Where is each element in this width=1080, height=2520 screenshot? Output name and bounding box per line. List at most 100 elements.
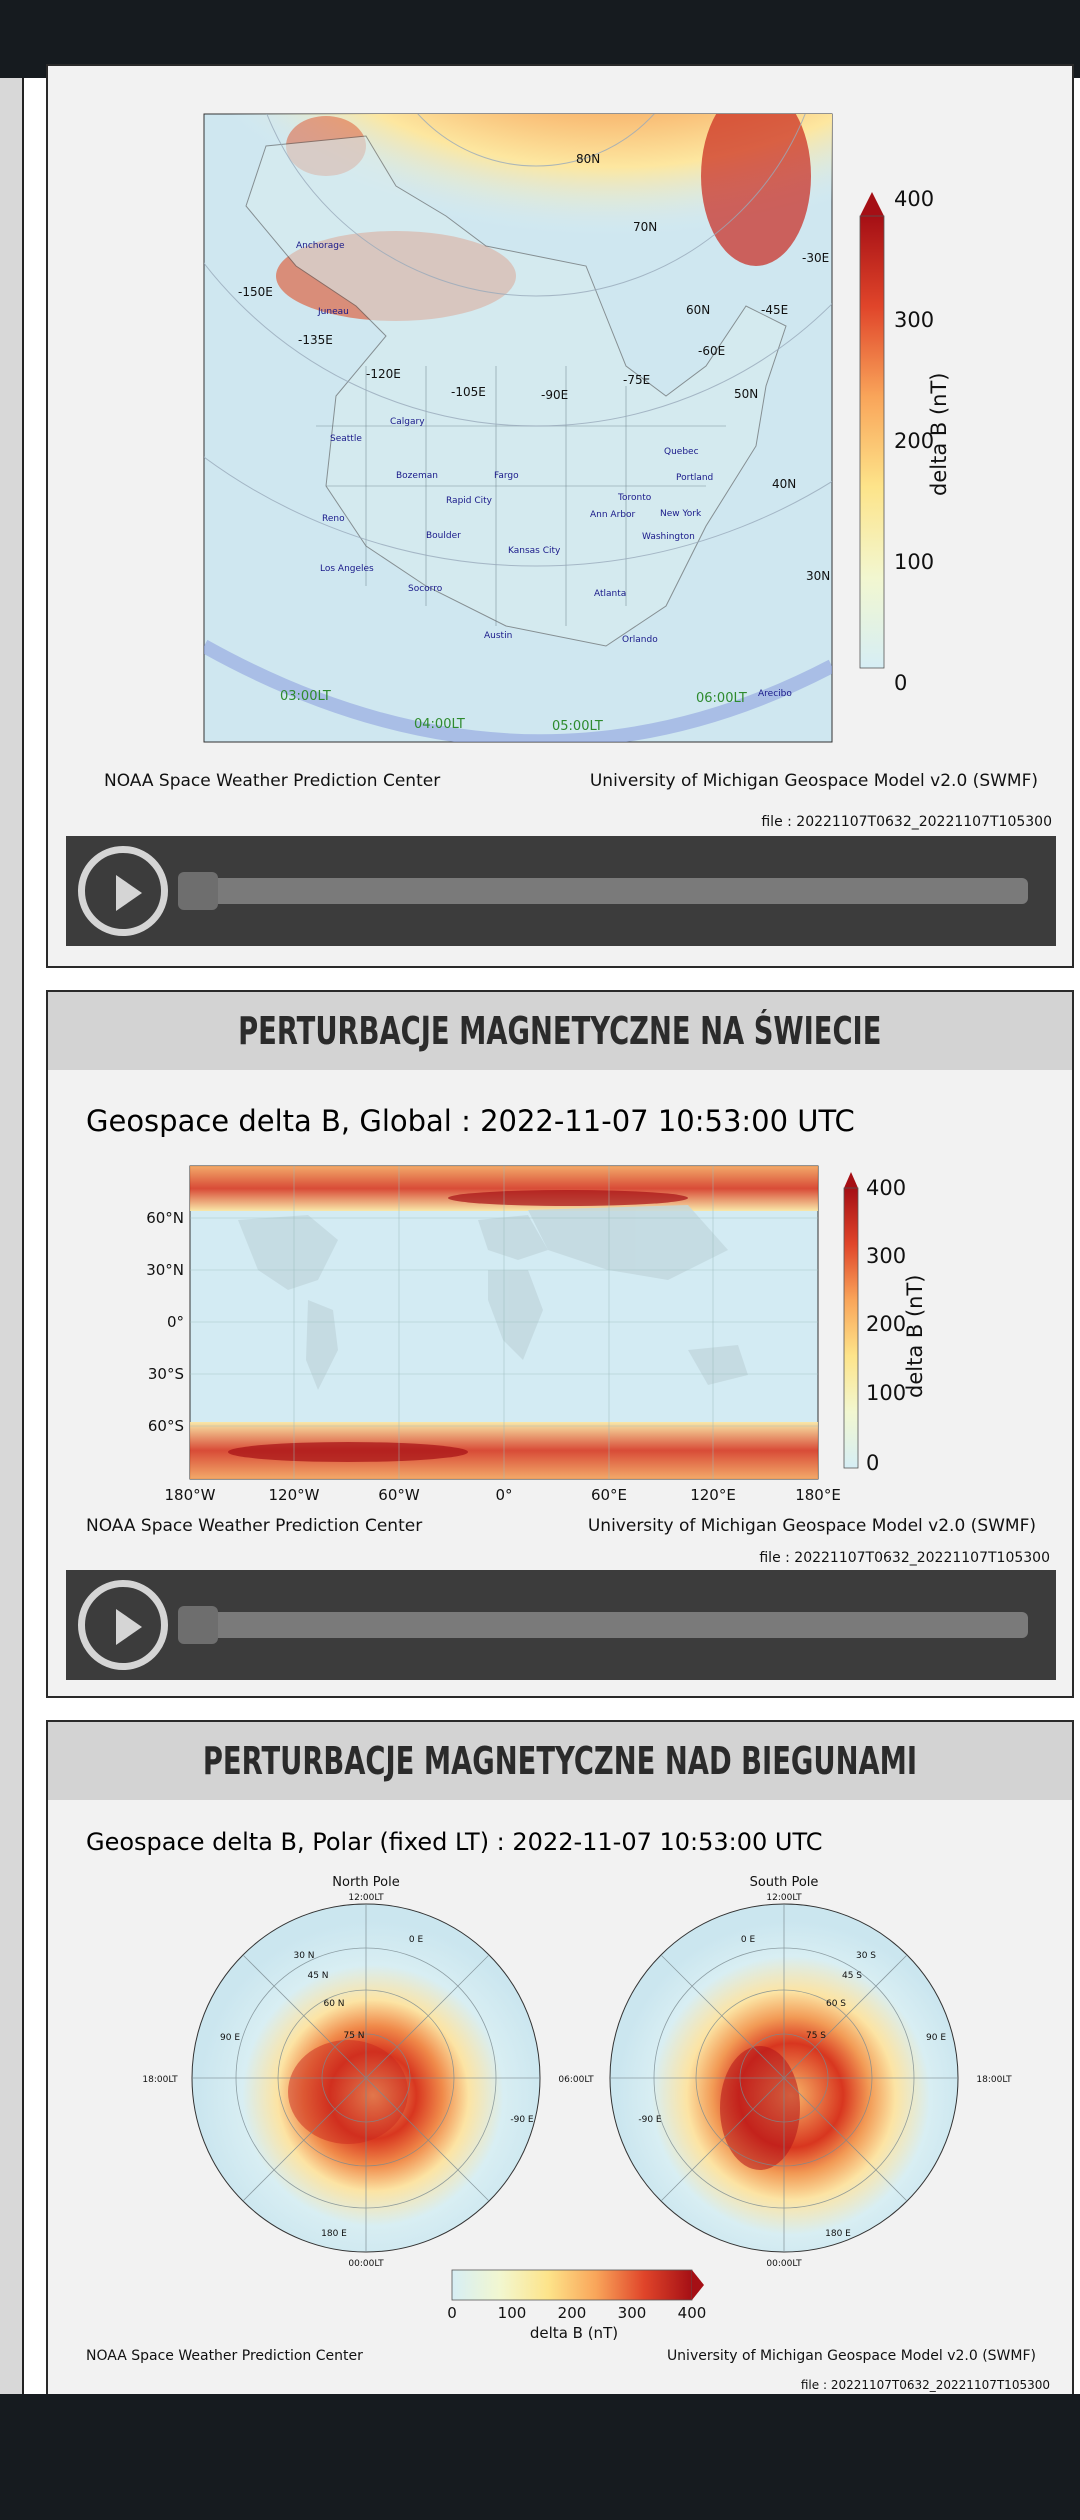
city-label: Juneau [317, 307, 349, 317]
regional-map: 80N 70N 60N 50N 40N 30N -150E -135E -120… [203, 113, 951, 743]
lat-label: 60N [686, 303, 710, 317]
city-label: Boulder [426, 531, 461, 541]
city-label: Fargo [494, 471, 519, 481]
city-label: Anchorage [296, 241, 345, 251]
plot-title: Geospace delta B, Polar (fixed LT) : 202… [86, 1828, 823, 1856]
lon-label: -90E [541, 388, 568, 402]
city-label: Socorro [408, 584, 443, 594]
colorbar-label: delta B (nT) [903, 1275, 927, 1398]
x-tick-label: 180°E [795, 1486, 841, 1504]
file-label: file : 20221107T0632_20221107T105300 [800, 2378, 1050, 2392]
city-label: Quebec [664, 447, 699, 457]
x-tick-label: 120°W [269, 1486, 320, 1504]
city-label: Seattle [330, 434, 362, 444]
panel-header: PERTURBACJE MAGNETYCZNE NAD BIEGUNAMI [48, 1722, 1072, 1800]
y-tick-label: 60°S [148, 1417, 184, 1435]
lat-label: 30 N [293, 1951, 314, 1961]
lat-label: 75 S [806, 2031, 826, 2041]
colorbar-tick: 200 [558, 2304, 587, 2322]
colorbar-label: delta B (nT) [927, 373, 951, 496]
lt-label: 03:00LT [280, 689, 331, 704]
city-label: Rapid City [446, 496, 493, 506]
x-tick-label: 60°E [591, 1486, 627, 1504]
city-label: New York [660, 509, 702, 519]
y-tick-label: 30°N [146, 1261, 184, 1279]
lat-label: 75 N [343, 2031, 364, 2041]
city-label: Los Angeles [320, 564, 374, 574]
colorbar-tick: 0 [447, 2304, 457, 2322]
lt-label: 06:00LT [696, 691, 747, 706]
lon-label: -150E [238, 285, 273, 299]
lon-label: 0 E [741, 1935, 756, 1945]
lat-label: 60 N [323, 1999, 344, 2009]
plot-area: 80N 70N 60N 50N 40N 30N -150E -135E -120… [66, 66, 1056, 836]
y-tick-label: 60°N [146, 1209, 184, 1227]
credit-right: University of Michigan Geospace Model v2… [589, 771, 1038, 791]
lat-label: 45 N [307, 1971, 328, 1981]
y-tick-label: 0° [167, 1313, 184, 1331]
panel-global: PERTURBACJE MAGNETYCZNE NA ŚWIECIE Geosp… [46, 990, 1074, 1698]
colorbar-label: delta B (nT) [530, 2324, 618, 2342]
lon-label: -90 E [638, 2115, 662, 2125]
file-label: file : 20221107T0632_20221107T105300 [761, 814, 1052, 830]
colorbar-tick: 0 [866, 1451, 879, 1475]
city-label: Toronto [617, 493, 652, 503]
south-pole-plot: South Pole 12:00LT 18:00LT 00:00LT 30 S … [609, 1875, 1012, 2269]
lon-label: 180 E [825, 2229, 851, 2239]
left-rail [0, 78, 24, 2394]
city-label: Portland [676, 473, 713, 483]
y-tick-label: 30°S [148, 1365, 184, 1383]
panel-header-title: PERTURBACJE MAGNETYCZNE NA ŚWIECIE [238, 1009, 882, 1053]
panel-regional: 80N 70N 60N 50N 40N 30N -150E -135E -120… [46, 64, 1074, 968]
colorbar: 0 100 200 300 400 delta B (nT) [447, 2269, 706, 2342]
credit-left: NOAA Space Weather Prediction Center [86, 2348, 363, 2364]
lt-label: 12:00LT [766, 1893, 802, 1903]
x-tick-label: 180°W [165, 1486, 216, 1504]
panel-polar: PERTURBACJE MAGNETYCZNE NAD BIEGUNAMI Ge… [46, 1720, 1074, 2400]
panel-header: PERTURBACJE MAGNETYCZNE NA ŚWIECIE [48, 992, 1072, 1070]
city-label: Austin [484, 631, 512, 641]
lon-label: -45E [761, 303, 788, 317]
lt-label: 18:00LT [142, 2075, 178, 2085]
credit-right: University of Michigan Geospace Model v2… [587, 1516, 1036, 1536]
colorbar: 400 300 200 100 0 delta B (nT) [843, 1172, 927, 1475]
lt-label: 12:00LT [348, 1893, 384, 1903]
animation-slider-handle[interactable] [178, 872, 218, 910]
colorbar-tick: 300 [894, 308, 934, 332]
lt-label: 00:00LT [766, 2259, 802, 2269]
lat-label: 30N [806, 569, 830, 583]
animation-player [66, 836, 1056, 946]
play-icon[interactable] [78, 846, 168, 936]
colorbar-tick: 100 [498, 2304, 527, 2322]
colorbar-tick: 300 [866, 1244, 906, 1268]
lon-label: -30E [802, 251, 829, 265]
colorbar-tick: 300 [618, 2304, 647, 2322]
lt-label: 05:00LT [552, 719, 603, 734]
city-label: Arecibo [758, 689, 792, 699]
x-tick-label: 60°W [378, 1486, 420, 1504]
city-label: Atlanta [594, 589, 626, 599]
colorbar-tick: 100 [866, 1381, 906, 1405]
animation-player [66, 1570, 1056, 1680]
colorbar: 400 300 200 100 0 delta B (nT) [859, 187, 951, 695]
lon-label: 0 E [409, 1935, 424, 1945]
animation-slider-handle[interactable] [178, 1606, 218, 1644]
lat-label: 45 S [842, 1971, 862, 1981]
x-tick-label: 0° [495, 1486, 512, 1504]
lon-label: 90 E [926, 2033, 946, 2043]
animation-slider-track[interactable] [178, 878, 1028, 904]
credit-left: NOAA Space Weather Prediction Center [86, 1516, 423, 1536]
city-label: Bozeman [396, 471, 438, 481]
south-pole-title: South Pole [750, 1875, 819, 1890]
browser-bottom-bar [0, 2394, 1080, 2520]
lon-label: 180 E [321, 2229, 347, 2239]
play-icon[interactable] [78, 1580, 168, 1670]
colorbar-tick: 100 [894, 550, 934, 574]
lon-label: -60E [698, 344, 725, 358]
animation-slider-track[interactable] [178, 1612, 1028, 1638]
lat-label: 50N [734, 387, 758, 401]
colorbar-tick: 400 [866, 1176, 906, 1200]
lon-label: -90 E [510, 2115, 534, 2125]
city-label: Ann Arbor [590, 510, 636, 520]
colorbar-tick: 0 [894, 671, 907, 695]
